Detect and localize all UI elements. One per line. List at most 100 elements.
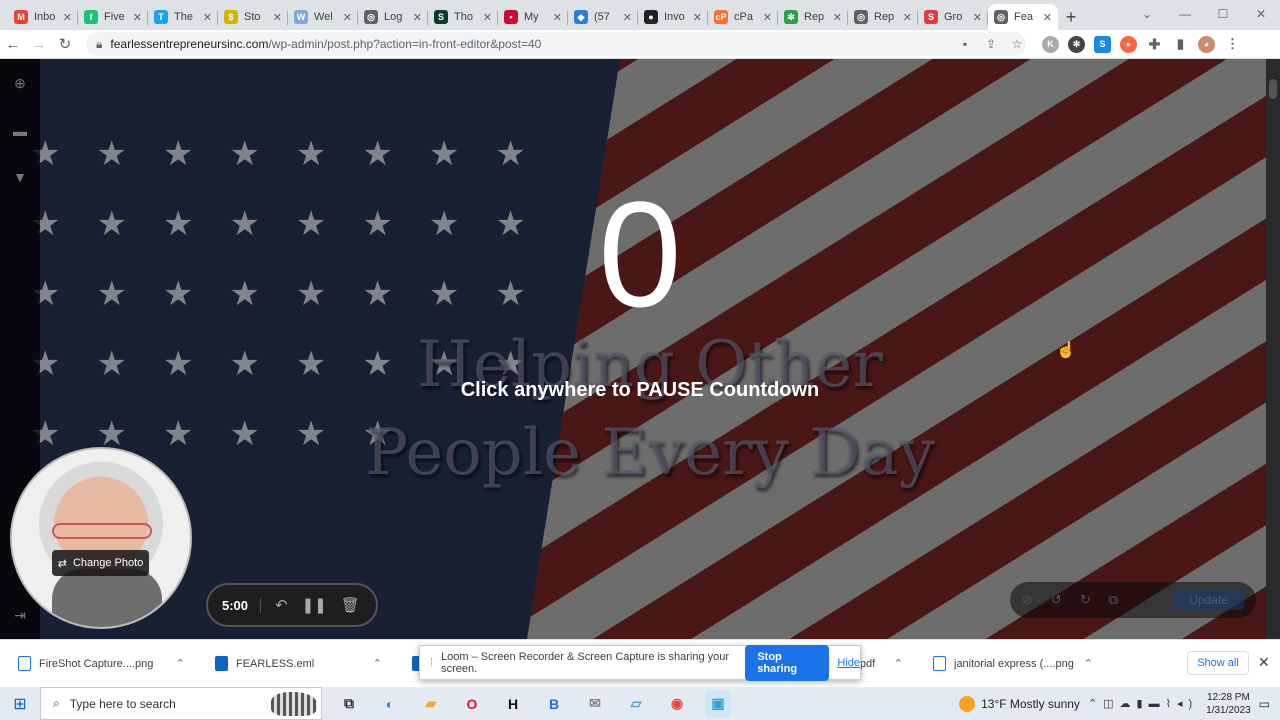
close-tab-icon[interactable]: ✕ bbox=[903, 11, 912, 24]
browser-tab[interactable]: $ Sto ✕ bbox=[218, 4, 288, 30]
redo-icon[interactable]: ↻ bbox=[1080, 592, 1091, 608]
close-tab-icon[interactable]: ✕ bbox=[553, 11, 562, 24]
chevron-down-icon[interactable]: ⌄ bbox=[1128, 0, 1166, 28]
browser-tab[interactable]: T The ✕ bbox=[148, 4, 218, 30]
maximize-icon[interactable]: ☐ bbox=[1204, 0, 1242, 28]
chevron-up-icon[interactable]: ⌃ bbox=[176, 657, 185, 670]
extension-gear-icon[interactable]: ✻ bbox=[1068, 35, 1085, 53]
close-tab-icon[interactable]: ✕ bbox=[763, 11, 772, 24]
page-content[interactable]: ★★★★★★★★★★★★★★★★★★★★★★★★★★★★★★★★★★★★★★ ⊕… bbox=[0, 59, 1280, 639]
edge-icon[interactable]: ◐ bbox=[377, 691, 403, 717]
layers-icon[interactable]: ▬ bbox=[12, 123, 28, 139]
new-tab-button[interactable]: + bbox=[1058, 4, 1084, 30]
scrollbar[interactable] bbox=[1266, 59, 1280, 639]
b-app-icon[interactable]: B bbox=[541, 691, 567, 717]
browser-tab[interactable]: ◆ (57 ✕ bbox=[568, 4, 638, 30]
extension-s-icon[interactable]: S bbox=[1094, 35, 1111, 53]
close-tab-icon[interactable]: ✕ bbox=[273, 11, 282, 24]
close-tab-icon[interactable]: ✕ bbox=[623, 11, 632, 24]
templates-icon[interactable]: ▼ bbox=[12, 169, 28, 185]
share-icon[interactable]: ⇪ bbox=[982, 37, 1000, 51]
undo-icon[interactable]: ↶ bbox=[275, 596, 288, 614]
tab-title: Wel bbox=[314, 11, 333, 23]
add-block-icon[interactable]: ⊕ bbox=[12, 75, 28, 91]
extension-k-icon[interactable]: K bbox=[1042, 35, 1059, 53]
download-item[interactable]: janitorial express (....png ⌃ bbox=[915, 640, 1105, 688]
download-item[interactable]: FEARLESS.eml ⌃ bbox=[197, 640, 394, 688]
browser-tab[interactable]: ▪ My ✕ bbox=[498, 4, 568, 30]
browser-tab[interactable]: ✻ Rep ✕ bbox=[778, 4, 848, 30]
close-tab-icon[interactable]: ✕ bbox=[973, 11, 982, 24]
close-window-icon[interactable]: ✕ bbox=[1242, 0, 1280, 28]
tab-title: Sto bbox=[244, 11, 261, 23]
exit-icon[interactable]: ⇥ bbox=[12, 607, 28, 623]
sidebar-icon[interactable]: ▮ bbox=[1172, 36, 1189, 53]
camera-blocked-icon[interactable]: ▪ bbox=[956, 37, 974, 51]
notifications-icon[interactable]: ▭ bbox=[1259, 697, 1270, 711]
browser-tab[interactable]: ◎ Fea ✕ bbox=[988, 4, 1058, 30]
close-tab-icon[interactable]: ✕ bbox=[1043, 11, 1052, 24]
browser-tab[interactable]: ◎ Rep ✕ bbox=[848, 4, 918, 30]
close-tab-icon[interactable]: ✕ bbox=[693, 11, 702, 24]
close-tab-icon[interactable]: ✕ bbox=[413, 11, 422, 24]
close-tab-icon[interactable]: ✕ bbox=[203, 11, 212, 24]
tab-title: Tho bbox=[454, 11, 473, 23]
tray-icons[interactable]: ⌃◫☁▮▬⌇◂) bbox=[1088, 697, 1198, 710]
chevron-up-icon[interactable]: ⌃ bbox=[373, 657, 382, 670]
hide-link[interactable]: Hide bbox=[837, 657, 860, 669]
browser-tab[interactable]: cP cPa ✕ bbox=[708, 4, 778, 30]
browser-tab[interactable]: ◎ Log ✕ bbox=[358, 4, 428, 30]
puzzle-icon[interactable]: ✚ bbox=[1146, 36, 1163, 53]
h-app-icon[interactable]: H bbox=[500, 691, 526, 717]
profile-avatar[interactable]: ◕ bbox=[1198, 35, 1215, 53]
windows-start-icon[interactable]: ⊞ bbox=[0, 687, 40, 720]
external-link-icon[interactable]: ⧉ bbox=[1109, 592, 1118, 608]
hide-icon[interactable]: ⊘ bbox=[1022, 592, 1033, 608]
pause-countdown-message[interactable]: Click anywhere to PAUSE Countdown bbox=[390, 379, 890, 402]
chevron-up-icon[interactable]: ⌃ bbox=[894, 657, 903, 670]
browser-tab[interactable]: W Wel ✕ bbox=[288, 4, 358, 30]
show-all-button[interactable]: Show all bbox=[1187, 651, 1249, 675]
address-bar[interactable]: 🔒︎ fearlessentrepreneursinc.com/wp-admin… bbox=[86, 32, 1026, 56]
mail-app-icon[interactable]: ✉ bbox=[582, 691, 608, 717]
browser-tab[interactable]: S Gro ✕ bbox=[918, 4, 988, 30]
file-explorer-icon[interactable]: ▰ bbox=[418, 691, 444, 717]
task-view-icon[interactable]: ⧉ bbox=[336, 691, 362, 717]
bookmark-star-icon[interactable]: ☆ bbox=[1008, 37, 1026, 51]
download-item[interactable]: FireShot Capture....png ⌃ bbox=[0, 640, 197, 688]
extension-loom-icon[interactable]: ● bbox=[1120, 35, 1137, 53]
browser-tab[interactable]: S Tho ✕ bbox=[428, 4, 498, 30]
app-window-icon[interactable]: ▣ bbox=[705, 690, 731, 717]
close-tab-icon[interactable]: ✕ bbox=[63, 11, 72, 24]
pause-icon[interactable]: ❚❚ bbox=[302, 596, 327, 614]
undo-icon[interactable]: ↺ bbox=[1051, 592, 1062, 608]
app-icon[interactable]: ▱ bbox=[623, 691, 649, 717]
weather-widget[interactable]: 13°F Mostly sunny bbox=[959, 695, 1080, 712]
change-photo-button[interactable]: ⇄ Change Photo bbox=[52, 550, 149, 576]
reload-icon[interactable]: ↻ bbox=[52, 32, 78, 56]
update-button[interactable]: Update bbox=[1173, 590, 1244, 610]
close-tab-icon[interactable]: ✕ bbox=[343, 11, 352, 24]
stop-sharing-button[interactable]: Stop sharing bbox=[745, 644, 830, 681]
minimize-icon[interactable]: — bbox=[1166, 0, 1204, 28]
close-tab-icon[interactable]: ✕ bbox=[483, 11, 492, 24]
close-tab-icon[interactable]: ✕ bbox=[833, 11, 842, 24]
chrome-icon[interactable]: ◉ bbox=[664, 691, 690, 717]
browser-tab[interactable]: f Five ✕ bbox=[78, 4, 148, 30]
clock[interactable]: 12:28 PM 1/31/2023 bbox=[1206, 691, 1251, 717]
close-icon[interactable]: ✕ bbox=[1258, 654, 1270, 671]
file-icon bbox=[933, 656, 946, 671]
browser-tab[interactable]: ● Invo ✕ bbox=[638, 4, 708, 30]
menu-icon[interactable]: ⋮ bbox=[1224, 36, 1241, 53]
loom-camera-bubble[interactable] bbox=[10, 447, 192, 629]
forward-icon[interactable]: → bbox=[26, 32, 52, 56]
taskbar-search[interactable]: ⌕ Type here to search bbox=[40, 687, 322, 720]
chevron-up-icon[interactable]: ⌃ bbox=[1084, 657, 1093, 670]
browser-tab[interactable]: M Inbo ✕ bbox=[8, 4, 78, 30]
close-tab-icon[interactable]: ✕ bbox=[133, 11, 142, 24]
countdown-number: 0 bbox=[598, 170, 682, 338]
back-icon[interactable]: ← bbox=[0, 32, 26, 56]
trash-icon[interactable]: 🗑︎ bbox=[341, 596, 360, 614]
opera-icon[interactable]: O bbox=[459, 691, 485, 717]
drag-handle-icon[interactable]: ⁞ bbox=[430, 657, 433, 669]
